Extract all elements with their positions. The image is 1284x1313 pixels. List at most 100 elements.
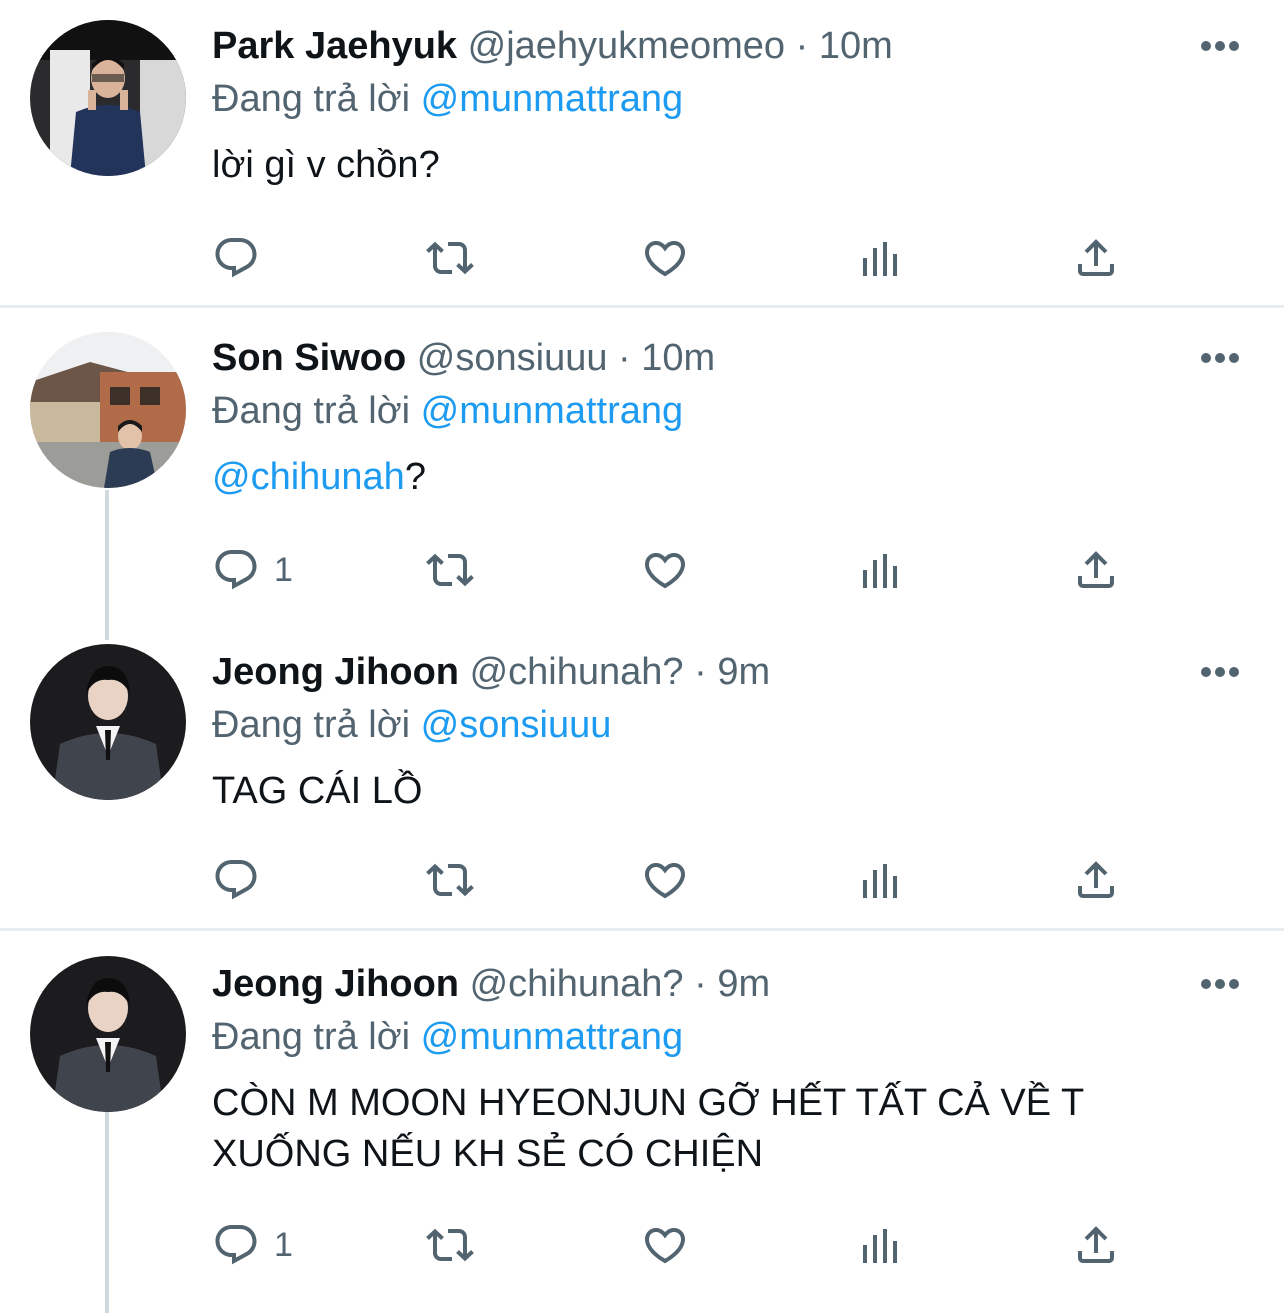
reply-count: 1	[274, 550, 293, 589]
reply-icon	[212, 234, 260, 282]
reply-icon	[212, 546, 260, 594]
analytics-button[interactable]	[857, 855, 905, 905]
reply-prefix: Đang trả lời	[212, 390, 411, 432]
tweet-text: lời gì v chồn?	[212, 144, 440, 186]
reply-prefix: Đang trả lời	[212, 704, 411, 746]
like-icon	[641, 1221, 689, 1269]
divider	[0, 305, 1284, 308]
tweet-header: Jeong Jihoon @chihunah? · 9m	[212, 960, 1254, 1008]
more-icon[interactable]	[1200, 666, 1240, 678]
share-button[interactable]	[1072, 545, 1120, 595]
display-name[interactable]: Son Siwoo	[212, 337, 406, 379]
tweet[interactable]: Son Siwoo @sonsiuuu · 10m Đang trả lời @…	[0, 310, 1284, 630]
share-button[interactable]	[1072, 233, 1120, 283]
like-button[interactable]	[641, 233, 689, 283]
handle[interactable]: @chihunah?	[470, 651, 684, 693]
action-bar: 1	[212, 1220, 1132, 1270]
reply-mention[interactable]: @munmattrang	[421, 78, 683, 120]
retweet-button[interactable]	[426, 855, 474, 905]
reply-prefix: Đang trả lời	[212, 1016, 411, 1058]
replying-to: Đang trả lời @munmattrang	[212, 386, 1254, 436]
tweet-header: Jeong Jihoon @chihunah? · 9m	[212, 648, 1254, 696]
analytics-icon	[857, 234, 905, 282]
tweet[interactable]: Jeong Jihoon @chihunah? · 9m Đang trả lờ…	[0, 630, 1284, 928]
analytics-button[interactable]	[857, 233, 905, 283]
handle[interactable]: @jaehyukmeomeo	[468, 25, 785, 67]
reply-icon	[212, 1221, 260, 1269]
retweet-icon	[426, 856, 474, 904]
tweet-text-line: CÒN M MOON HYEONJUN GỠ HẾT TẤT CẢ VỀ T	[212, 1082, 1085, 1124]
timestamp[interactable]: 10m	[641, 337, 715, 379]
retweet-button[interactable]	[426, 545, 474, 595]
analytics-icon	[857, 856, 905, 904]
action-bar	[212, 855, 1132, 905]
share-icon	[1072, 234, 1120, 282]
analytics-button[interactable]	[857, 1220, 905, 1270]
tweet-text: @chihunah?	[212, 452, 1254, 503]
retweet-icon	[426, 1221, 474, 1269]
retweet-button[interactable]	[426, 1220, 474, 1270]
reply-button[interactable]	[212, 855, 274, 905]
tweet[interactable]: Jeong Jihoon @chihunah? · 9m Đang trả lờ…	[0, 932, 1284, 1313]
avatar[interactable]	[30, 956, 186, 1112]
analytics-button[interactable]	[857, 545, 905, 595]
dot-separator: ·	[785, 25, 819, 67]
retweet-button[interactable]	[426, 233, 474, 283]
tweet-text-line: XUỐNG NẾU KH SẺ CÓ CHIỆN	[212, 1133, 764, 1175]
share-button[interactable]	[1072, 1220, 1120, 1270]
display-name[interactable]: Jeong Jihoon	[212, 651, 459, 693]
like-icon	[641, 234, 689, 282]
share-icon	[1072, 856, 1120, 904]
action-bar: 1	[212, 545, 1132, 595]
share-icon	[1072, 546, 1120, 594]
like-icon	[641, 546, 689, 594]
timestamp[interactable]: 9m	[717, 651, 770, 693]
reply-mention[interactable]: @munmattrang	[421, 390, 683, 432]
like-button[interactable]	[641, 1220, 689, 1270]
reply-count: 1	[274, 1225, 293, 1264]
replying-to: Đang trả lời @munmattrang	[212, 1012, 1254, 1062]
timestamp[interactable]: 10m	[819, 25, 893, 67]
reply-mention[interactable]: @munmattrang	[421, 1016, 683, 1058]
dot-separator: ·	[607, 337, 642, 379]
reply-button[interactable]	[212, 233, 274, 283]
tweet-header: Son Siwoo @sonsiuuu · 10m	[212, 334, 1254, 382]
dot-separator: ·	[683, 651, 718, 693]
analytics-icon	[857, 1221, 905, 1269]
reply-icon	[212, 856, 260, 904]
tweet[interactable]: Park Jaehyuk @jaehyukmeomeo · 10m Đang t…	[0, 0, 1284, 305]
reply-button[interactable]: 1	[212, 545, 293, 595]
like-icon	[641, 856, 689, 904]
like-button[interactable]	[641, 545, 689, 595]
retweet-icon	[426, 234, 474, 282]
more-icon[interactable]	[1200, 978, 1240, 990]
avatar[interactable]	[30, 332, 186, 488]
more-icon[interactable]	[1200, 40, 1240, 52]
reply-prefix: Đang trả lời	[212, 78, 411, 120]
share-icon	[1072, 1221, 1120, 1269]
avatar[interactable]	[30, 644, 186, 800]
reply-mention[interactable]: @sonsiuuu	[421, 704, 612, 746]
share-button[interactable]	[1072, 855, 1120, 905]
tweet-text: CÒN M MOON HYEONJUN GỠ HẾT TẤT CẢ VỀ T X…	[212, 1078, 1254, 1180]
handle[interactable]: @sonsiuuu	[417, 337, 608, 379]
replying-to: Đang trả lời @sonsiuuu	[212, 700, 1254, 750]
retweet-icon	[426, 546, 474, 594]
text-rest: ?	[404, 456, 426, 498]
handle[interactable]: @chihunah?	[470, 963, 684, 1005]
display-name[interactable]: Jeong Jihoon	[212, 963, 459, 1005]
dot-separator: ·	[683, 963, 718, 1005]
tweet-header: Park Jaehyuk @jaehyukmeomeo · 10m	[212, 22, 1254, 70]
divider	[0, 928, 1284, 931]
tweet-text: TAG CÁI LỒ	[212, 770, 423, 812]
action-bar	[212, 233, 1132, 283]
more-icon[interactable]	[1200, 352, 1240, 364]
replying-to: Đang trả lời @munmattrang	[212, 74, 1254, 124]
text-mention[interactable]: @chihunah	[212, 456, 405, 498]
avatar[interactable]	[30, 20, 186, 176]
reply-button[interactable]: 1	[212, 1220, 293, 1270]
display-name[interactable]: Park Jaehyuk	[212, 25, 457, 67]
analytics-icon	[857, 546, 905, 594]
like-button[interactable]	[641, 855, 689, 905]
timestamp[interactable]: 9m	[717, 963, 770, 1005]
